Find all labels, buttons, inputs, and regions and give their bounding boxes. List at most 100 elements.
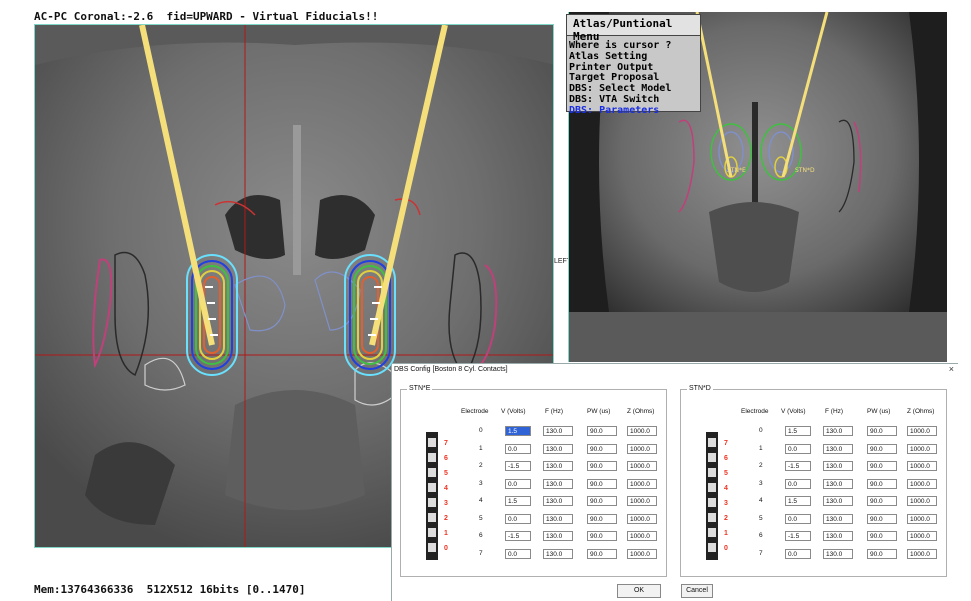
v-input[interactable]: 0.0 [785, 548, 811, 559]
v-input[interactable]: -1.5 [505, 461, 531, 471]
electrode-index: 1 [479, 444, 483, 452]
f-input[interactable]: 130.0 [823, 461, 853, 471]
column-header: PW (us) [867, 408, 891, 415]
contact-band [428, 498, 436, 507]
f-input[interactable]: 130.0 [543, 531, 573, 541]
pw-input[interactable]: 90.0 [867, 496, 897, 506]
f-input[interactable]: 130.0 [543, 478, 573, 489]
pw-input[interactable]: 90.0 [867, 548, 897, 559]
z-input[interactable]: 1000.0 [627, 531, 657, 541]
close-icon[interactable]: × [949, 364, 954, 374]
pw-input[interactable]: 90.0 [867, 426, 897, 436]
column-header: Z (Ohms) [907, 408, 935, 415]
electrode-index: 0 [479, 427, 483, 434]
electrode-index: 2 [479, 462, 483, 469]
v-input[interactable]: -1.5 [785, 461, 811, 471]
v-input[interactable]: 0.0 [505, 443, 531, 454]
z-input[interactable]: 1000.0 [907, 496, 937, 506]
z-input[interactable]: 1000.0 [907, 426, 937, 436]
z-input[interactable]: 1000.0 [627, 426, 657, 436]
contact-number: 7 [724, 440, 728, 447]
v-input[interactable]: 0.0 [785, 478, 811, 489]
contact-band [708, 483, 716, 492]
z-input[interactable]: 1000.0 [627, 461, 657, 471]
pw-input[interactable]: 90.0 [587, 496, 617, 506]
f-input[interactable]: 130.0 [543, 461, 573, 471]
pw-input[interactable]: 90.0 [867, 461, 897, 471]
v-input[interactable]: 1.5 [505, 426, 531, 436]
v-input[interactable]: -1.5 [785, 531, 811, 541]
electrode-index: 3 [479, 479, 483, 487]
contact-number: 5 [444, 470, 448, 477]
contact-band [708, 453, 716, 462]
f-input[interactable]: 130.0 [543, 443, 573, 454]
ok-button[interactable]: OK [617, 584, 661, 598]
z-input[interactable]: 1000.0 [907, 461, 937, 471]
v-input[interactable]: 1.5 [785, 496, 811, 506]
contact-number: 5 [724, 470, 728, 477]
electrode-index: 4 [479, 497, 483, 504]
pw-input[interactable]: 90.0 [867, 443, 897, 454]
z-input[interactable]: 1000.0 [627, 478, 657, 489]
pw-input[interactable]: 90.0 [587, 548, 617, 559]
v-input[interactable]: 0.0 [505, 513, 531, 524]
cancel-button[interactable]: Cancel [681, 584, 713, 598]
z-input[interactable]: 1000.0 [627, 496, 657, 506]
electrode-diagram-icon [426, 432, 438, 560]
pw-input[interactable]: 90.0 [867, 478, 897, 489]
f-input[interactable]: 130.0 [823, 548, 853, 559]
electrode-index: 0 [759, 427, 763, 434]
v-input[interactable]: 0.0 [785, 513, 811, 524]
z-input[interactable]: 1000.0 [627, 513, 657, 524]
f-input[interactable]: 130.0 [823, 478, 853, 489]
pw-input[interactable]: 90.0 [587, 531, 617, 541]
z-input[interactable]: 1000.0 [907, 513, 937, 524]
v-input[interactable]: 0.0 [785, 443, 811, 454]
electrode-index: 7 [479, 549, 483, 557]
v-input[interactable]: -1.5 [505, 531, 531, 541]
pw-input[interactable]: 90.0 [587, 513, 617, 524]
menu-item-atlas-setting[interactable]: Atlas Setting [569, 51, 700, 63]
memory-status-bar: Mem:13764366336 512X512 16bits [0..1470] [34, 583, 306, 596]
column-header: Electrode [461, 408, 489, 415]
z-input[interactable]: 1000.0 [907, 531, 937, 541]
f-input[interactable]: 130.0 [823, 531, 853, 541]
contact-band [428, 528, 436, 537]
f-input[interactable]: 130.0 [823, 496, 853, 506]
electrode-index: 6 [479, 532, 483, 539]
pw-input[interactable]: 90.0 [867, 531, 897, 541]
z-input[interactable]: 1000.0 [907, 478, 937, 489]
electrode-diagram-icon [706, 432, 718, 560]
electrode-index: 5 [479, 514, 483, 522]
f-input[interactable]: 130.0 [823, 513, 853, 524]
v-input[interactable]: 0.0 [505, 548, 531, 559]
f-input[interactable]: 130.0 [823, 426, 853, 436]
pw-input[interactable]: 90.0 [587, 478, 617, 489]
z-input[interactable]: 1000.0 [907, 443, 937, 454]
pw-input[interactable]: 90.0 [867, 513, 897, 524]
column-header: V (Volts) [501, 408, 526, 415]
column-header: PW (us) [587, 408, 611, 415]
contact-band [428, 513, 436, 522]
contact-number: 7 [444, 440, 448, 447]
contact-number: 1 [444, 530, 448, 537]
pw-input[interactable]: 90.0 [587, 461, 617, 471]
z-input[interactable]: 1000.0 [627, 548, 657, 559]
z-input[interactable]: 1000.0 [627, 443, 657, 454]
stn-d-group: STN*D Electrode V (Volts) F (Hz) PW (us) Z (… [680, 385, 947, 577]
v-input[interactable]: 0.0 [505, 478, 531, 489]
menu-item-dbs-parameters[interactable]: DBS: Parameters [569, 105, 700, 117]
f-input[interactable]: 130.0 [543, 496, 573, 506]
v-input[interactable]: 1.5 [785, 426, 811, 436]
f-input[interactable]: 130.0 [543, 426, 573, 436]
contact-number: 3 [724, 500, 728, 507]
pw-input[interactable]: 90.0 [587, 443, 617, 454]
v-input[interactable]: 1.5 [505, 496, 531, 506]
atlas-menu-list: Where is cursor ? Atlas Setting Printer … [567, 36, 700, 117]
contact-number: 3 [444, 500, 448, 507]
pw-input[interactable]: 90.0 [587, 426, 617, 436]
z-input[interactable]: 1000.0 [907, 548, 937, 559]
f-input[interactable]: 130.0 [543, 513, 573, 524]
f-input[interactable]: 130.0 [823, 443, 853, 454]
f-input[interactable]: 130.0 [543, 548, 573, 559]
